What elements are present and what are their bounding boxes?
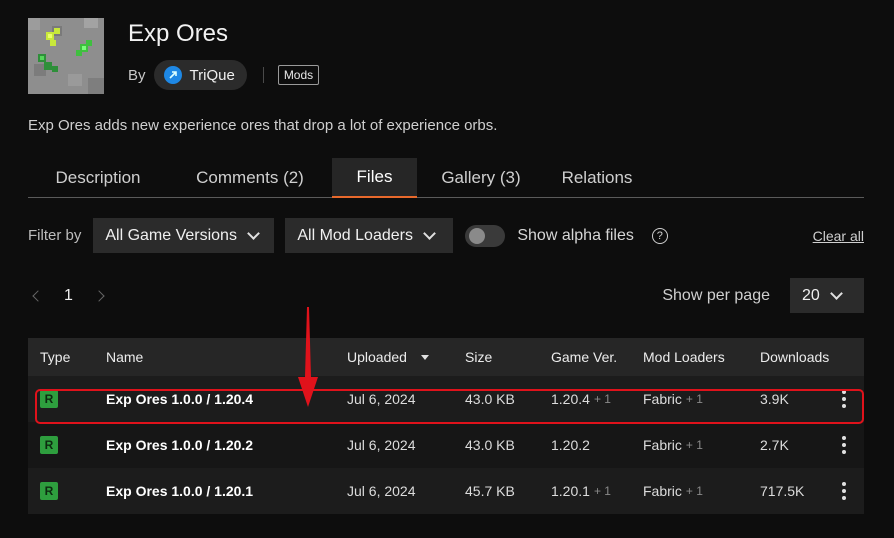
release-badge: R	[40, 482, 58, 500]
game-version-value: 1.20.4	[551, 391, 590, 407]
current-page-number[interactable]: 1	[64, 287, 73, 305]
clear-all-link[interactable]: Clear all	[813, 228, 864, 244]
game-version-value: 1.20.1	[551, 483, 590, 499]
release-badge: R	[40, 436, 58, 454]
table-row[interactable]: R Exp Ores 1.0.0 / 1.20.1 Jul 6, 2024 45…	[28, 468, 864, 514]
project-title: Exp Ores	[128, 20, 229, 47]
uploaded-date: Jul 6, 2024	[347, 437, 416, 453]
header-size[interactable]: Size	[465, 338, 492, 376]
game-version: 1.20.4 + 1	[551, 376, 611, 422]
header-uploaded[interactable]: Uploaded	[347, 338, 429, 376]
filters-bar: Filter by All Game Versions All Mod Load…	[28, 218, 864, 253]
mod-loader-value: Fabric	[643, 483, 682, 499]
project-thumbnail	[28, 18, 104, 94]
mod-loader-extra: + 1	[685, 484, 703, 498]
header-uploaded-label: Uploaded	[347, 349, 407, 365]
uploaded-date: Jul 6, 2024	[347, 483, 416, 499]
header-name[interactable]: Name	[106, 338, 143, 376]
mod-loader-extra: + 1	[685, 392, 703, 406]
header-game-ver[interactable]: Game Ver.	[551, 338, 617, 376]
download-count: 717.5K	[760, 483, 805, 499]
release-badge: R	[40, 390, 58, 408]
table-row[interactable]: R Exp Ores 1.0.0 / 1.20.2 Jul 6, 2024 43…	[28, 422, 864, 468]
mod-loader: Fabric + 1	[643, 376, 703, 422]
filter-label: Filter by	[28, 227, 82, 244]
file-size: 43.0 KB	[465, 391, 515, 407]
game-version-extra: + 1	[593, 392, 611, 406]
mod-loaders-dropdown[interactable]: All Mod Loaders	[285, 218, 454, 253]
mod-loader-extra: + 1	[685, 438, 703, 452]
file-name[interactable]: Exp Ores 1.0.0 / 1.20.4	[106, 376, 253, 422]
more-options-icon[interactable]	[842, 436, 846, 454]
pagination: 1 Show per page 20	[28, 278, 864, 313]
header-mod-loaders[interactable]: Mod Loaders	[643, 338, 725, 376]
author-name: TriQue	[189, 66, 235, 84]
byline-divider	[262, 67, 264, 83]
tab-description[interactable]: Description	[28, 158, 168, 197]
chevron-down-icon	[829, 286, 843, 300]
chevron-down-icon	[423, 226, 436, 240]
author-link[interactable]: TriQue	[153, 60, 247, 90]
per-page-label: Show per page	[662, 286, 770, 304]
tab-relations[interactable]: Relations	[545, 158, 649, 197]
category-tag[interactable]: Mods	[277, 65, 320, 85]
header-downloads[interactable]: Downloads	[760, 338, 829, 376]
ore-block-icon	[28, 18, 104, 94]
game-version-extra: + 1	[593, 484, 611, 498]
mod-loaders-value: All Mod Loaders	[297, 226, 413, 244]
project-tabs: Description Comments (2) Files Gallery (…	[28, 158, 864, 198]
game-version-value: 1.20.2	[551, 437, 590, 453]
file-size: 43.0 KB	[465, 437, 515, 453]
next-page-icon[interactable]	[93, 289, 105, 302]
more-options-icon[interactable]	[842, 482, 846, 500]
byline: By TriQue Mods	[128, 60, 320, 90]
project-header: Exp Ores By TriQue Mods	[28, 18, 868, 98]
game-versions-dropdown[interactable]: All Game Versions	[93, 218, 275, 253]
mod-loader: Fabric + 1	[643, 468, 703, 514]
more-options-icon[interactable]	[842, 390, 846, 408]
tab-files[interactable]: Files	[332, 158, 417, 198]
file-name[interactable]: Exp Ores 1.0.0 / 1.20.1	[106, 468, 253, 514]
files-table: Type Name Uploaded Size Game Ver. Mod Lo…	[28, 338, 864, 514]
sort-desc-icon	[420, 354, 429, 360]
file-name[interactable]: Exp Ores 1.0.0 / 1.20.2	[106, 422, 253, 468]
prev-page-icon[interactable]	[32, 289, 44, 302]
per-page-control: Show per page 20	[662, 278, 864, 313]
toggle-knob	[469, 227, 486, 244]
table-header: Type Name Uploaded Size Game Ver. Mod Lo…	[28, 338, 864, 376]
mod-loader-value: Fabric	[643, 391, 682, 407]
alpha-files-toggle[interactable]	[465, 224, 506, 247]
chevron-down-icon	[247, 226, 260, 240]
mod-loader-value: Fabric	[643, 437, 682, 453]
by-label: By	[128, 66, 146, 84]
author-avatar-icon	[163, 66, 182, 84]
per-page-dropdown[interactable]: 20	[790, 278, 864, 313]
mod-loader: Fabric + 1	[643, 422, 703, 468]
header-type: Type	[40, 349, 71, 365]
game-version: 1.20.1 + 1	[551, 468, 611, 514]
alpha-files-label: Show alpha files	[517, 226, 634, 244]
game-version: 1.20.2	[551, 422, 590, 468]
per-page-value: 20	[802, 286, 820, 304]
uploaded-date: Jul 6, 2024	[347, 391, 416, 407]
tab-gallery[interactable]: Gallery (3)	[417, 158, 545, 197]
game-versions-value: All Game Versions	[105, 226, 237, 244]
download-count: 2.7K	[760, 437, 789, 453]
download-count: 3.9K	[760, 391, 789, 407]
tab-comments[interactable]: Comments (2)	[168, 158, 332, 197]
file-size: 45.7 KB	[465, 483, 515, 499]
table-row[interactable]: R Exp Ores 1.0.0 / 1.20.4 Jul 6, 2024 43…	[28, 376, 864, 422]
project-summary: Exp Ores adds new experience ores that d…	[28, 117, 498, 134]
help-icon[interactable]: ?	[651, 227, 668, 244]
